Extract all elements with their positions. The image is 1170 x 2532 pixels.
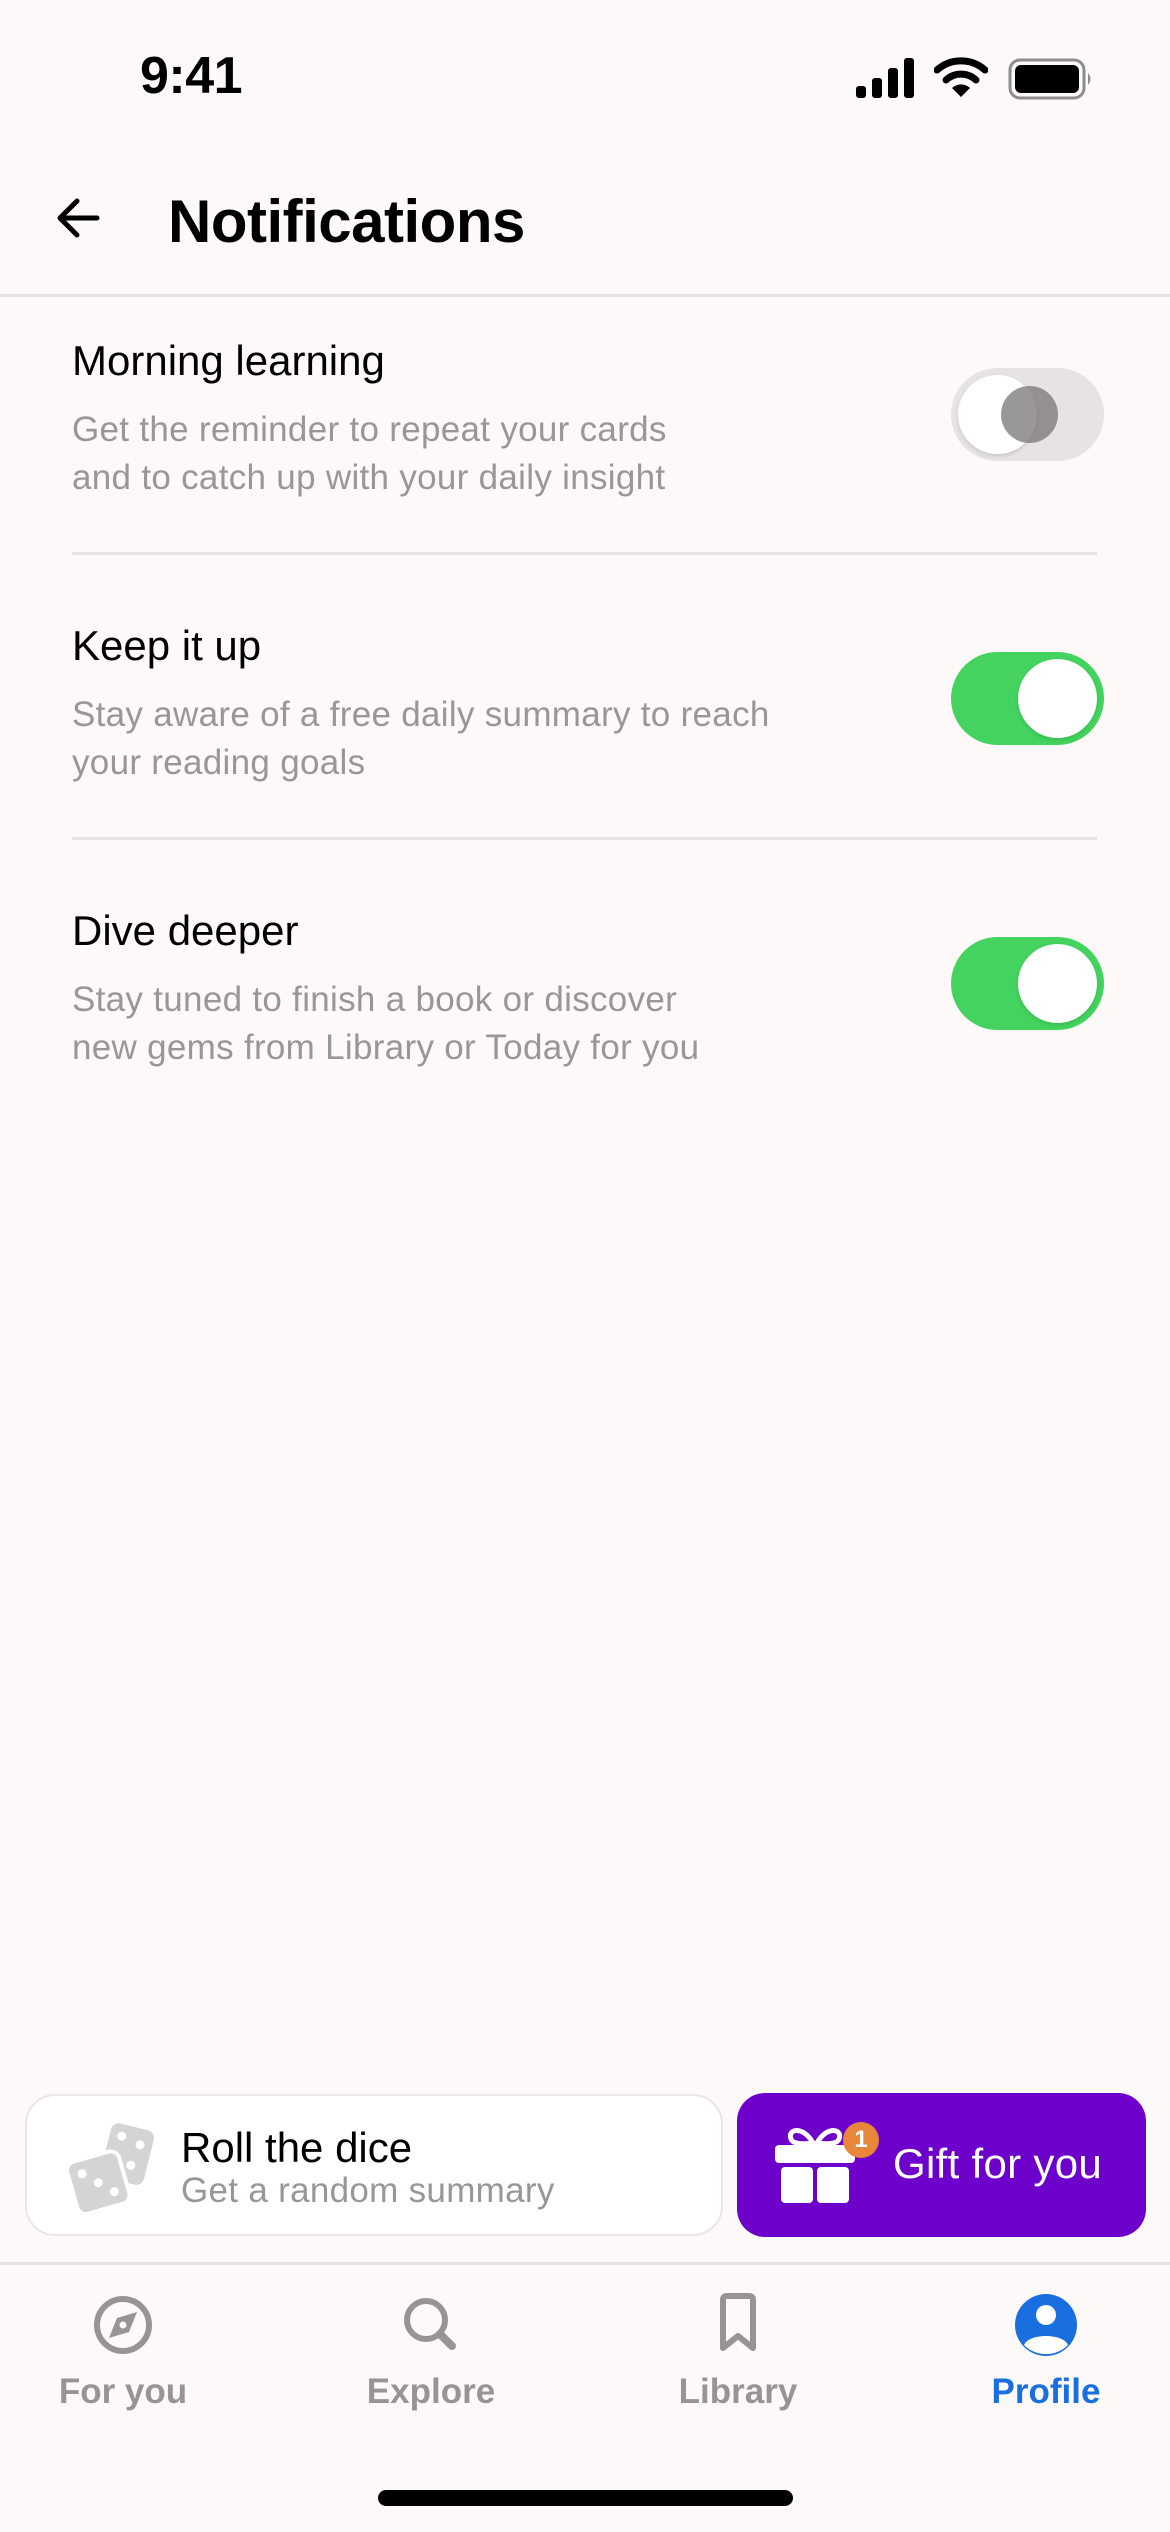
wifi-icon xyxy=(934,57,988,97)
morning-learning-toggle[interactable] xyxy=(951,368,1104,461)
tab-bar-divider xyxy=(0,2262,1170,2265)
toggle-focus-indicator xyxy=(1001,386,1058,443)
setting-row-dive-deeper: Dive deeper Stay tuned to finish a book … xyxy=(72,900,1104,1185)
setting-title: Keep it up xyxy=(72,622,262,669)
arrow-left-icon xyxy=(57,198,100,238)
status-time: 9:41 xyxy=(140,47,243,105)
header-divider xyxy=(0,294,1170,297)
roll-the-dice-button[interactable]: Roll the dice Get a random summary xyxy=(25,2094,723,2236)
dice-icon xyxy=(64,2123,154,2214)
tab-profile[interactable]: Profile xyxy=(926,2290,1166,2420)
dive-deeper-toggle[interactable] xyxy=(951,937,1104,1030)
home-indicator xyxy=(378,2490,793,2506)
setting-description-line: Stay aware of a free daily summary to re… xyxy=(72,695,770,734)
notification-badge: 1 xyxy=(843,2122,879,2158)
toggle-knob xyxy=(1018,944,1097,1023)
setting-title: Dive deeper xyxy=(72,907,299,954)
tab-for-you[interactable]: For you xyxy=(3,2290,243,2420)
setting-description-line: and to catch up with your daily insight xyxy=(72,458,666,497)
keep-it-up-toggle[interactable] xyxy=(951,652,1104,745)
tab-explore[interactable]: Explore xyxy=(311,2290,551,2420)
gift-label: Gift for you xyxy=(893,2140,1103,2187)
search-icon xyxy=(404,2298,456,2350)
tab-label: Profile xyxy=(991,2372,1101,2411)
tab-label: Library xyxy=(678,2372,798,2411)
bookmark-icon xyxy=(720,2293,756,2351)
row-divider xyxy=(72,552,1097,555)
row-divider xyxy=(72,837,1097,840)
tab-library[interactable]: Library xyxy=(618,2290,858,2420)
setting-description-line: new gems from Library or Today for you xyxy=(72,1028,700,1067)
cellular-signal-icon xyxy=(856,58,914,98)
gift-for-you-button[interactable]: 1 Gift for you xyxy=(737,2093,1146,2237)
page-title: Notifications xyxy=(168,188,525,255)
back-button[interactable] xyxy=(40,180,116,256)
roll-dice-title: Roll the dice xyxy=(181,2124,413,2171)
toggle-knob xyxy=(1018,659,1097,738)
tab-label: Explore xyxy=(366,2372,496,2411)
setting-description-line: your reading goals xyxy=(72,743,366,782)
compass-icon xyxy=(94,2296,152,2354)
profile-icon xyxy=(1015,2294,1077,2356)
battery-icon xyxy=(1008,58,1091,100)
setting-row-morning-learning: Morning learning Get the reminder to rep… xyxy=(72,330,1104,615)
roll-dice-subtitle: Get a random summary xyxy=(181,2171,555,2210)
tab-label: For you xyxy=(58,2372,188,2411)
setting-row-keep-it-up: Keep it up Stay aware of a free daily su… xyxy=(72,615,1104,900)
setting-title: Morning learning xyxy=(72,337,385,384)
setting-description-line: Stay tuned to finish a book or discover xyxy=(72,980,678,1019)
setting-description-line: Get the reminder to repeat your cards xyxy=(72,410,667,449)
